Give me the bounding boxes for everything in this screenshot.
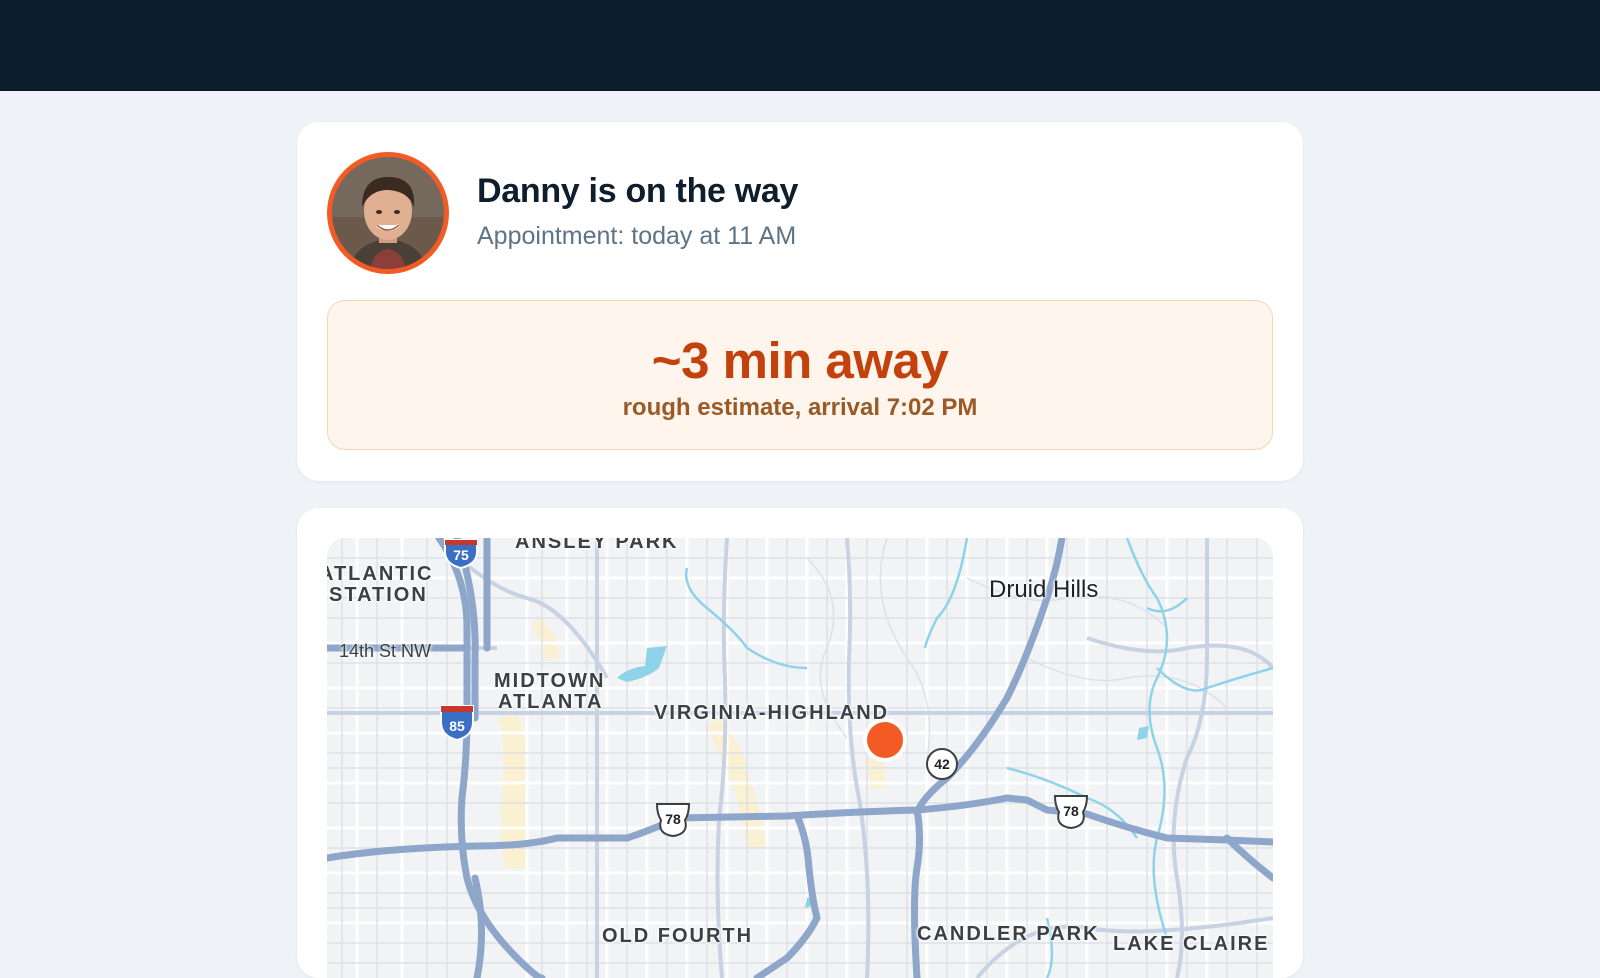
label-atlantic: ATLANTIC (327, 563, 434, 585)
live-map[interactable]: 75 85 78 78 42 ANSLEY PARK ATLANTIC STAT… (327, 538, 1273, 978)
us-78-shield-east: 78 (1053, 795, 1089, 830)
eta-arrival-estimate: rough estimate, arrival 7:02 PM (622, 394, 978, 421)
label-14th-st: 14th St NW (339, 641, 432, 661)
map-canvas[interactable]: 75 85 78 78 42 (327, 538, 1273, 978)
eta-minutes: ~3 min away (651, 332, 949, 389)
technician-location-marker[interactable] (867, 722, 903, 758)
technician-photo (332, 157, 444, 269)
eta-panel: ~3 min away rough estimate, arrival 7:02… (327, 300, 1273, 450)
svg-text:75: 75 (453, 547, 469, 563)
us-78-shield: 78 (655, 803, 691, 838)
appointment-time: Appointment: today at 11 AM (477, 222, 797, 250)
top-bar (0, 0, 1600, 91)
svg-text:85: 85 (449, 718, 465, 734)
label-candler-park: CANDLER PARK (917, 923, 1100, 945)
interstate-75-shield: 75 (444, 539, 478, 570)
technician-card: Danny is on the way Appointment: today a… (297, 122, 1303, 481)
technician-status-title: Danny is on the way (477, 172, 799, 210)
map-card: 75 85 78 78 42 ANSLEY PARK ATLANTIC STAT… (297, 508, 1303, 978)
interstate-85-shield: 85 (440, 705, 474, 742)
label-midtown: MIDTOWN (494, 670, 606, 692)
label-atlantic-station: STATION (329, 584, 428, 606)
state-route-42-shield: 42 (926, 748, 958, 780)
svg-text:78: 78 (1063, 803, 1079, 819)
label-druid-hills: Druid Hills (989, 576, 1099, 603)
label-lake-claire: LAKE CLAIRE (1113, 933, 1270, 955)
avatar (327, 152, 449, 274)
label-old-fourth: OLD FOURTH (602, 925, 754, 947)
svg-text:42: 42 (934, 756, 950, 772)
svg-text:78: 78 (665, 811, 681, 827)
label-ansley-park: ANSLEY PARK (515, 538, 679, 553)
label-virginia-highland: VIRGINIA-HIGHLAND (654, 702, 890, 724)
label-midtown-atlanta: ATLANTA (498, 691, 604, 713)
